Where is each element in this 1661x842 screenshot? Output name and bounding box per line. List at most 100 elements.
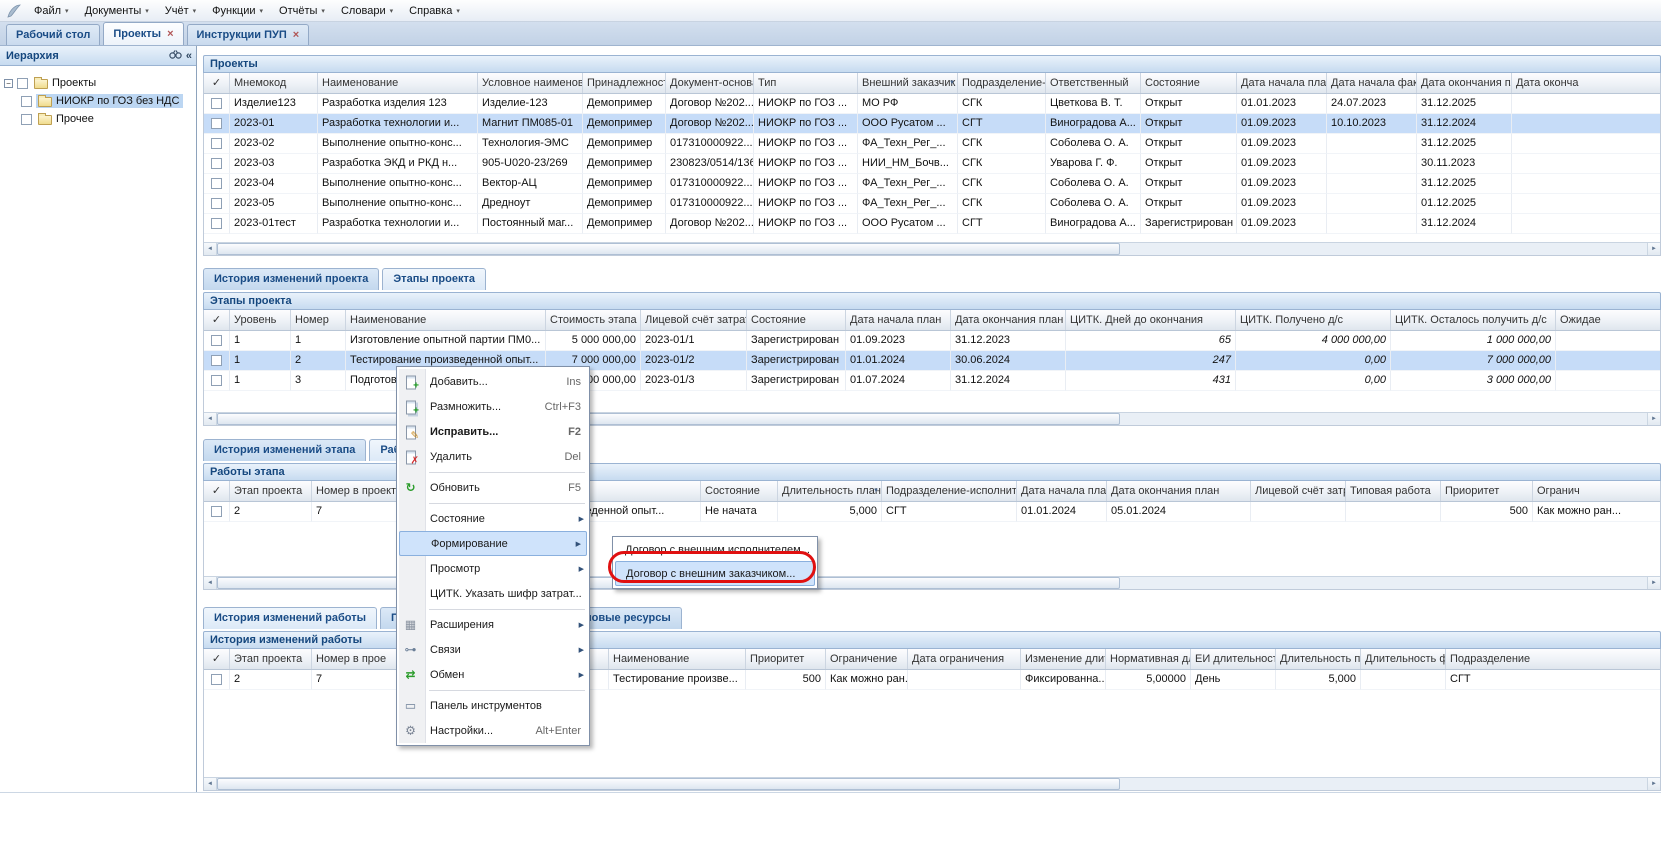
tree-checkbox[interactable]: [17, 78, 28, 89]
column-header[interactable]: Изменение длите: [1021, 649, 1106, 669]
column-header[interactable]: Лицевой счёт затрат: [641, 310, 747, 330]
menubar-item[interactable]: Документы▾: [77, 3, 157, 19]
column-header[interactable]: Внешний заказчик▼: [858, 73, 958, 93]
tree-expander-icon[interactable]: −: [4, 79, 13, 88]
column-header[interactable]: Подразделение: [1446, 649, 1660, 669]
tree-checkbox[interactable]: [21, 114, 32, 125]
scrollbar-thumb[interactable]: [217, 413, 1120, 425]
table-row[interactable]: 2023-02Выполнение опытно-конс...Технолог…: [204, 134, 1660, 154]
column-header[interactable]: Дата окончания пл: [1417, 73, 1512, 93]
column-header[interactable]: Номер в проект: [312, 481, 397, 501]
column-header[interactable]: Ответственный: [1046, 73, 1141, 93]
filter-icon[interactable]: ▼: [873, 488, 879, 494]
column-header[interactable]: Уровень: [230, 310, 291, 330]
close-icon[interactable]: ×: [293, 30, 299, 40]
menubar-item[interactable]: Словари▾: [333, 3, 401, 19]
column-header[interactable]: Дата начала план.: [1237, 73, 1327, 93]
panel-tab[interactable]: История изменений проекта: [203, 268, 379, 290]
tree-item[interactable]: Прочее: [0, 110, 196, 128]
column-header[interactable]: Длительность план.▼: [778, 481, 882, 501]
close-icon[interactable]: ×: [167, 29, 173, 39]
column-header[interactable]: Принадлежность: [583, 73, 666, 93]
column-header[interactable]: Дата окончания план: [951, 310, 1066, 330]
column-header[interactable]: ✓: [204, 73, 230, 93]
column-header[interactable]: Подразделение-от: [958, 73, 1046, 93]
column-header[interactable]: Типовая работа: [1346, 481, 1441, 501]
row-checkbox[interactable]: [211, 506, 222, 517]
filter-icon[interactable]: ▼: [949, 80, 955, 86]
menubar-item[interactable]: Учёт▾: [157, 3, 204, 19]
row-checkbox[interactable]: [211, 375, 222, 386]
column-header[interactable]: ЕИ длительности: [1191, 649, 1276, 669]
context-menu-item[interactable]: +Размножить...Ctrl+F3: [397, 394, 589, 419]
column-header[interactable]: Наименование: [609, 649, 746, 669]
column-header[interactable]: Приоритет: [1441, 481, 1533, 501]
column-header[interactable]: Дата оконча: [1512, 73, 1660, 93]
context-menu-item[interactable]: ⚙Настройки...Alt+Enter: [397, 718, 589, 743]
column-header[interactable]: ✓: [204, 310, 230, 330]
window-tab[interactable]: Проекты×: [103, 22, 183, 45]
column-header[interactable]: Длительность пла: [1276, 649, 1361, 669]
context-menu-item[interactable]: ⇄Обмен▶: [397, 662, 589, 687]
column-header[interactable]: ЦИТК. Получено д/с: [1236, 310, 1391, 330]
table-row[interactable]: Изделие123Разработка изделия 123Изделие-…: [204, 94, 1660, 114]
table-row[interactable]: 2023-05Выполнение опытно-конс...Дредноут…: [204, 194, 1660, 214]
scroll-left-icon[interactable]: ◄: [204, 413, 217, 425]
row-checkbox[interactable]: [211, 178, 222, 189]
column-header[interactable]: Этап проекта: [230, 649, 312, 669]
context-menu-item[interactable]: Просмотр▶: [397, 556, 589, 581]
column-header[interactable]: Наименование: [318, 73, 478, 93]
context-menu-item[interactable]: ⊶Связи▶: [397, 637, 589, 662]
row-checkbox[interactable]: [211, 118, 222, 129]
column-header[interactable]: Дата начала план.: [1017, 481, 1107, 501]
table-row[interactable]: 11Изготовление опытной партии ПМ0...5 00…: [204, 331, 1660, 351]
column-header[interactable]: Тип: [754, 73, 858, 93]
scroll-left-icon[interactable]: ◄: [204, 577, 217, 589]
row-checkbox[interactable]: [211, 198, 222, 209]
row-checkbox[interactable]: [211, 98, 222, 109]
tree-item[interactable]: −Проекты: [0, 74, 196, 92]
row-checkbox[interactable]: [211, 335, 222, 346]
collapse-sidebar-icon[interactable]: «: [186, 50, 192, 62]
column-header[interactable]: Документ-основан: [666, 73, 754, 93]
column-header[interactable]: Подразделение-исполнитель.: [882, 481, 1017, 501]
context-menu-item[interactable]: ЦИТК. Указать шифр затрат...: [397, 581, 589, 606]
scroll-right-icon[interactable]: ►: [1647, 243, 1660, 255]
row-checkbox[interactable]: [211, 355, 222, 366]
context-menu-item[interactable]: Состояние▶: [397, 506, 589, 531]
horizontal-scrollbar[interactable]: ◄►: [204, 777, 1660, 790]
row-checkbox[interactable]: [211, 674, 222, 685]
column-header[interactable]: Дата начала факт.: [1327, 73, 1417, 93]
table-row[interactable]: 2023-01Разработка технологии и...Магнит …: [204, 114, 1660, 134]
scrollbar-thumb[interactable]: [217, 778, 1120, 790]
column-header[interactable]: Стоимость этапа: [546, 310, 641, 330]
menubar-item[interactable]: Файл▾: [26, 3, 77, 19]
column-header[interactable]: Ожидае: [1556, 310, 1660, 330]
column-header[interactable]: Дата начала план: [846, 310, 951, 330]
panel-tab[interactable]: История изменений этапа: [203, 439, 366, 461]
scroll-left-icon[interactable]: ◄: [204, 778, 217, 790]
column-header[interactable]: ЦИТК. Дней до окончания: [1066, 310, 1236, 330]
panel-tab[interactable]: Этапы проекта: [382, 268, 486, 290]
column-header[interactable]: Дата ограничения: [908, 649, 1021, 669]
column-header[interactable]: Мнемокод: [230, 73, 318, 93]
context-menu-item[interactable]: ✎Исправить...F2: [397, 419, 589, 444]
column-header[interactable]: Длительность фак: [1361, 649, 1446, 669]
menubar-item[interactable]: Справка▾: [401, 3, 468, 19]
column-header[interactable]: Лицевой счёт затр: [1251, 481, 1346, 501]
panel-tab[interactable]: История изменений работы: [203, 607, 377, 629]
horizontal-scrollbar[interactable]: ◄►: [204, 242, 1660, 255]
column-header[interactable]: Ограничение: [826, 649, 908, 669]
context-menu-item[interactable]: ✗УдалитьDel: [397, 444, 589, 469]
context-menu-item[interactable]: ↻ОбновитьF5: [397, 475, 589, 500]
row-checkbox[interactable]: [211, 158, 222, 169]
column-header[interactable]: Дата окончания план: [1107, 481, 1251, 501]
search-icon[interactable]: [169, 49, 182, 63]
column-header[interactable]: Условное наименова: [478, 73, 583, 93]
context-menu-item[interactable]: +Добавить...Ins: [397, 369, 589, 394]
tree-checkbox[interactable]: [21, 96, 32, 107]
column-header[interactable]: Наименование: [346, 310, 546, 330]
column-header[interactable]: Этап проекта: [230, 481, 312, 501]
context-menu-item[interactable]: ▭Панель инструментов: [397, 693, 589, 718]
context-menu-item[interactable]: Договор с внешним заказчиком...: [615, 561, 815, 586]
